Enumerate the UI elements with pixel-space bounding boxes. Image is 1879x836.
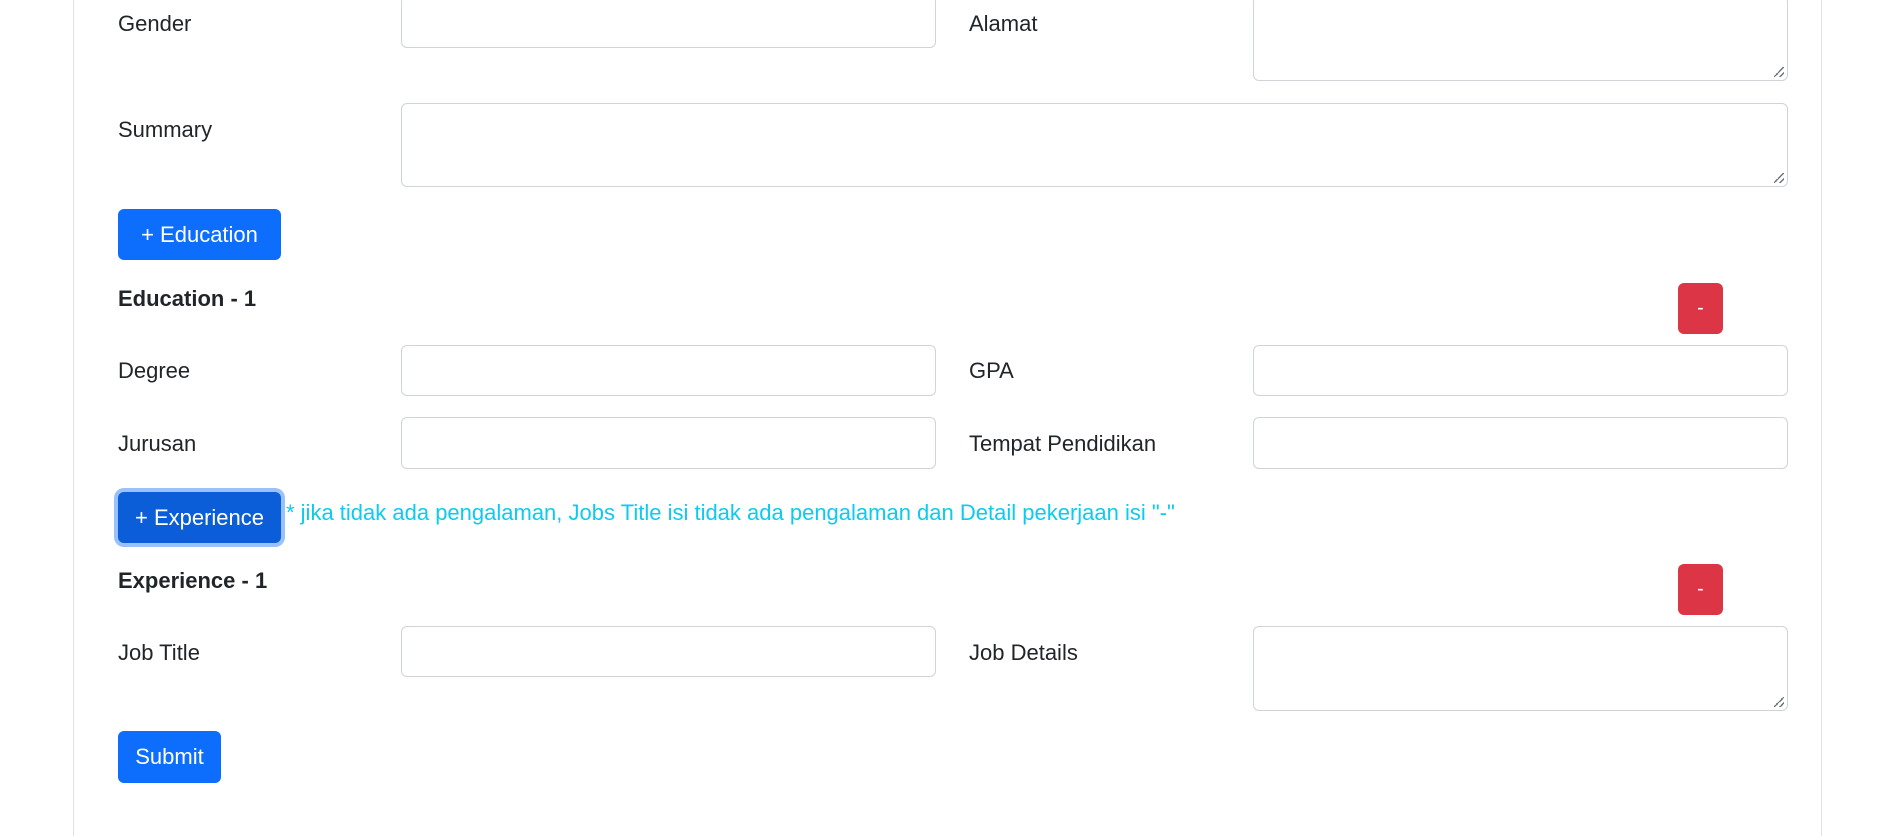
alamat-textarea[interactable] bbox=[1253, 0, 1788, 81]
gender-input[interactable] bbox=[401, 0, 936, 48]
remove-education-button[interactable]: - bbox=[1678, 283, 1723, 334]
gpa-input[interactable] bbox=[1253, 345, 1788, 396]
education-section-title: Education - 1 bbox=[118, 286, 257, 311]
add-experience-button[interactable]: + Experience bbox=[118, 492, 281, 543]
job-title-label: Job Title bbox=[118, 640, 200, 665]
experience-hint-text: * jika tidak ada pengalaman, Jobs Title … bbox=[286, 500, 1175, 525]
degree-input[interactable] bbox=[401, 345, 936, 396]
jurusan-input[interactable] bbox=[401, 417, 936, 469]
job-details-label: Job Details bbox=[969, 640, 1078, 665]
alamat-label: Alamat bbox=[969, 11, 1038, 36]
summary-label: Summary bbox=[118, 117, 213, 142]
remove-experience-button[interactable]: - bbox=[1678, 564, 1723, 615]
add-education-button[interactable]: + Education bbox=[118, 209, 281, 260]
gpa-label: GPA bbox=[969, 358, 1014, 383]
submit-button[interactable]: Submit bbox=[118, 731, 221, 783]
jurusan-label: Jurusan bbox=[118, 431, 197, 456]
experience-section-title: Experience - 1 bbox=[118, 568, 268, 593]
tempat-pendidikan-input[interactable] bbox=[1253, 417, 1788, 469]
degree-label: Degree bbox=[118, 358, 191, 383]
job-title-input[interactable] bbox=[401, 626, 936, 677]
tempat-pendidikan-label: Tempat Pendidikan bbox=[969, 431, 1157, 456]
summary-textarea[interactable] bbox=[401, 103, 1788, 187]
gender-label: Gender bbox=[118, 11, 192, 36]
job-details-textarea[interactable] bbox=[1253, 626, 1788, 711]
